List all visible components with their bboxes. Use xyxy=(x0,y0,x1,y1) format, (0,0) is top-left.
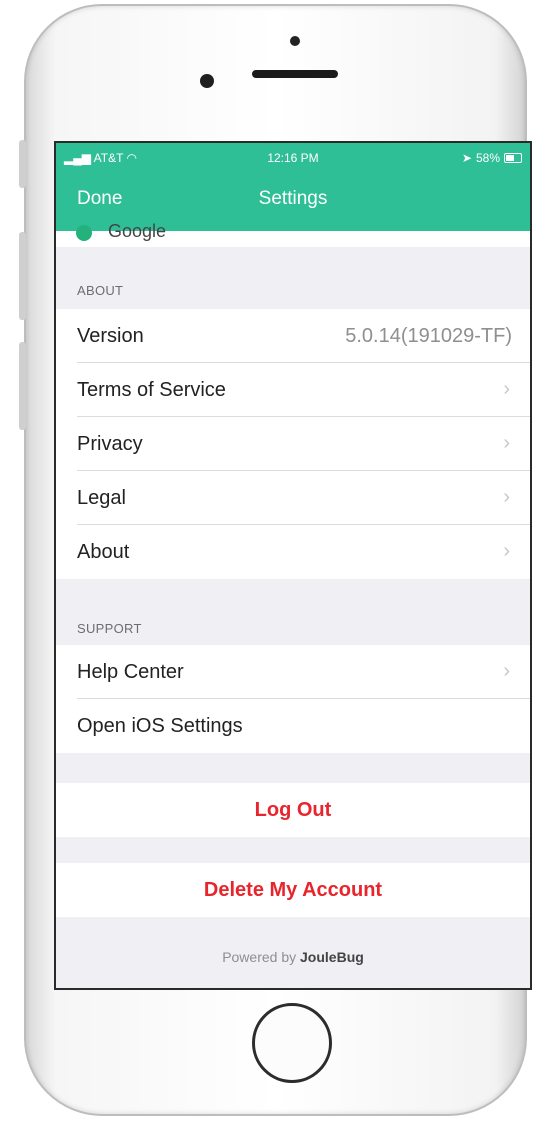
help-center-label: Help Center xyxy=(77,661,184,683)
settings-list: Google ABOUT Version 5.0.14(191029-TF) T… xyxy=(56,221,530,988)
volume-up-button xyxy=(19,232,26,320)
chevron-right-icon: › xyxy=(503,660,510,682)
terms-row[interactable]: Terms of Service › xyxy=(56,363,530,417)
status-battery: ➤ 58% xyxy=(462,151,522,165)
earpiece-speaker xyxy=(252,70,338,78)
status-time: 12:16 PM xyxy=(267,151,319,165)
version-row: Version 5.0.14(191029-TF) xyxy=(56,309,530,363)
help-center-row[interactable]: Help Center › xyxy=(56,645,530,699)
section-header-about: ABOUT xyxy=(77,283,124,298)
brand-name: JouleBug xyxy=(300,949,364,965)
delete-account-label: Delete My Account xyxy=(203,879,383,901)
powered-by-footer: Powered by JouleBug xyxy=(56,949,530,965)
location-icon: ➤ xyxy=(461,151,472,165)
chevron-right-icon: › xyxy=(503,432,510,454)
version-value: 5.0.14(191029-TF) xyxy=(345,325,512,347)
chevron-right-icon: › xyxy=(503,486,510,508)
section-header-support: SUPPORT xyxy=(77,621,142,636)
powered-by-text: Powered by xyxy=(222,949,297,965)
volume-down-button xyxy=(19,342,26,430)
mute-switch xyxy=(19,140,26,188)
front-camera-icon xyxy=(290,36,300,46)
privacy-label: Privacy xyxy=(77,433,143,455)
log-out-label: Log Out xyxy=(254,799,332,821)
partial-row[interactable]: Google xyxy=(56,221,530,247)
google-icon xyxy=(76,225,92,241)
home-button[interactable] xyxy=(252,1003,332,1083)
page-title: Settings xyxy=(258,188,328,209)
version-label: Version xyxy=(77,325,144,347)
about-row[interactable]: About › xyxy=(56,525,530,579)
terms-label: Terms of Service xyxy=(77,379,226,401)
nav-header: ▂▄▆ AT&T ◠ 12:16 PM ➤ 58% Settings Done xyxy=(56,143,530,231)
chevron-right-icon: › xyxy=(503,378,510,400)
legal-label: Legal xyxy=(77,487,126,509)
sensor-icon xyxy=(200,74,214,88)
battery-percent: 58% xyxy=(475,151,500,165)
partial-row-label: Google xyxy=(108,221,167,241)
delete-account-button[interactable]: Delete My Account xyxy=(56,863,530,917)
chevron-right-icon: › xyxy=(503,540,510,562)
about-label: About xyxy=(77,541,130,563)
log-out-button[interactable]: Log Out xyxy=(56,783,530,837)
app-screen: ▂▄▆ AT&T ◠ 12:16 PM ➤ 58% Settings Done … xyxy=(54,141,532,990)
battery-icon xyxy=(504,153,522,163)
legal-row[interactable]: Legal › xyxy=(56,471,530,525)
open-ios-settings-row[interactable]: Open iOS Settings xyxy=(56,699,530,753)
done-button[interactable]: Done xyxy=(77,188,122,210)
privacy-row[interactable]: Privacy › xyxy=(56,417,530,471)
open-ios-settings-label: Open iOS Settings xyxy=(77,715,243,737)
